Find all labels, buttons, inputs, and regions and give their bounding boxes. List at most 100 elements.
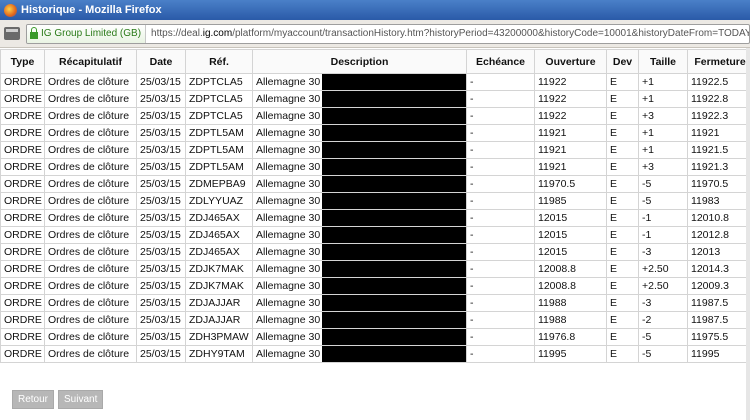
table-row: ORDRE Ordres de clôture 25/03/15 ZDH3PMAW Al…: [0, 328, 750, 346]
cell-date: 25/03/15: [136, 192, 186, 210]
cell-ouverture: 12008.8: [534, 277, 607, 295]
cell-taille: +3: [638, 158, 688, 176]
cell-ref: ZDJAJJAR: [185, 311, 253, 329]
scrollbar-edge[interactable]: [746, 48, 750, 420]
cell-taille: -5: [638, 328, 688, 346]
lock-icon: [30, 26, 38, 39]
previous-button[interactable]: Retour: [12, 390, 55, 409]
cell-ref: ZDMEPBA9: [185, 175, 253, 193]
description-text: Allemagne 30: [256, 246, 321, 258]
cell-ref: ZDPTCLA5: [185, 107, 253, 125]
cell-type: ORDRE: [0, 158, 45, 176]
description-text: Allemagne 30: [256, 348, 321, 360]
cell-description: Allemagne 30: [252, 243, 467, 261]
cell-dev: E: [606, 107, 639, 125]
cell-ref: ZDPTL5AM: [185, 124, 253, 142]
cell-description: Allemagne 30: [252, 73, 467, 91]
col-header-ouverture[interactable]: Ouverture: [534, 49, 607, 74]
cell-recap: Ordres de clôture: [44, 277, 137, 295]
cell-description: Allemagne 30: [252, 345, 467, 363]
cell-description: Allemagne 30: [252, 311, 467, 329]
cell-type: ORDRE: [0, 345, 45, 363]
cell-taille: +1: [638, 90, 688, 108]
cell-recap: Ordres de clôture: [44, 294, 137, 312]
cell-description: Allemagne 30: [252, 158, 467, 176]
description-text: Allemagne 30: [256, 297, 321, 309]
url-bar: IG Group Limited (GB) https://deal.ig.co…: [0, 20, 750, 48]
cell-ref: ZDPTL5AM: [185, 141, 253, 159]
transaction-history-table: Type Récapitulatif Date Réf. Description…: [0, 49, 750, 363]
site-page-icon: [4, 27, 20, 40]
cell-recap: Ordres de clôture: [44, 260, 137, 278]
col-header-echeance[interactable]: Echéance: [466, 49, 535, 74]
cell-recap: Ordres de clôture: [44, 243, 137, 261]
cell-fermeture: 12013: [687, 243, 750, 261]
cell-echeance: -: [466, 73, 535, 91]
cell-dev: E: [606, 141, 639, 159]
cell-type: ORDRE: [0, 192, 45, 210]
cell-recap: Ordres de clôture: [44, 158, 137, 176]
redaction-block: [322, 346, 466, 362]
cell-dev: E: [606, 158, 639, 176]
cell-date: 25/03/15: [136, 90, 186, 108]
cell-description: Allemagne 30: [252, 294, 467, 312]
cell-echeance: -: [466, 226, 535, 244]
col-header-type[interactable]: Type: [0, 49, 45, 74]
cell-recap: Ordres de clôture: [44, 209, 137, 227]
cell-description: Allemagne 30: [252, 141, 467, 159]
col-header-date[interactable]: Date: [136, 49, 186, 74]
cell-date: 25/03/15: [136, 345, 186, 363]
cell-description: Allemagne 30: [252, 226, 467, 244]
table-row: ORDRE Ordres de clôture 25/03/15 ZDJK7MAK Al…: [0, 277, 750, 295]
cell-fermeture: 11970.5: [687, 175, 750, 193]
cell-date: 25/03/15: [136, 107, 186, 125]
description-text: Allemagne 30: [256, 76, 321, 88]
cell-ouverture: 11995: [534, 345, 607, 363]
cell-ref: ZDLYYUAZ: [185, 192, 253, 210]
cell-recap: Ordres de clôture: [44, 226, 137, 244]
cell-echeance: -: [466, 260, 535, 278]
description-text: Allemagne 30: [256, 161, 321, 173]
table-row: ORDRE Ordres de clôture 25/03/15 ZDPTCLA5 Al…: [0, 73, 750, 91]
table-row: ORDRE Ordres de clôture 25/03/15 ZDLYYUAZ Al…: [0, 192, 750, 210]
col-header-taille[interactable]: Taille: [638, 49, 688, 74]
window-titlebar: Historique - Mozilla Firefox: [0, 0, 750, 20]
table-row: ORDRE Ordres de clôture 25/03/15 ZDPTCLA5 Al…: [0, 90, 750, 108]
description-text: Allemagne 30: [256, 127, 321, 139]
col-header-recap[interactable]: Récapitulatif: [44, 49, 137, 74]
cell-ref: ZDJ465AX: [185, 209, 253, 227]
cell-description: Allemagne 30: [252, 192, 467, 210]
cell-date: 25/03/15: [136, 73, 186, 91]
next-button[interactable]: Suivant: [58, 390, 104, 409]
address-field[interactable]: IG Group Limited (GB) https://deal.ig.co…: [26, 23, 750, 44]
cell-ouverture: 11985: [534, 192, 607, 210]
redaction-block: [322, 312, 466, 328]
cell-dev: E: [606, 175, 639, 193]
col-header-fermeture[interactable]: Fermeture: [687, 49, 750, 74]
cell-date: 25/03/15: [136, 294, 186, 312]
description-text: Allemagne 30: [256, 263, 321, 275]
redaction-block: [322, 261, 466, 277]
col-header-description[interactable]: Description: [252, 49, 467, 74]
col-header-ref[interactable]: Réf.: [185, 49, 253, 74]
cell-ouverture: 11921: [534, 141, 607, 159]
cell-fermeture: 11995: [687, 345, 750, 363]
cell-date: 25/03/15: [136, 243, 186, 261]
cell-dev: E: [606, 73, 639, 91]
description-text: Allemagne 30: [256, 280, 321, 292]
cell-taille: -1: [638, 226, 688, 244]
table-row: ORDRE Ordres de clôture 25/03/15 ZDJ465AX Al…: [0, 226, 750, 244]
cell-dev: E: [606, 328, 639, 346]
cell-recap: Ordres de clôture: [44, 141, 137, 159]
cell-ref: ZDHY9TAM: [185, 345, 253, 363]
col-header-dev[interactable]: Dev: [606, 49, 639, 74]
cell-dev: E: [606, 226, 639, 244]
cell-echeance: -: [466, 175, 535, 193]
site-identity-button[interactable]: IG Group Limited (GB): [27, 24, 147, 43]
cell-dev: E: [606, 311, 639, 329]
cell-type: ORDRE: [0, 209, 45, 227]
description-text: Allemagne 30: [256, 144, 321, 156]
cell-ouverture: 12008.8: [534, 260, 607, 278]
url-text[interactable]: https://deal.ig.com/platform/myaccount/t…: [146, 28, 749, 39]
cell-recap: Ordres de clôture: [44, 107, 137, 125]
